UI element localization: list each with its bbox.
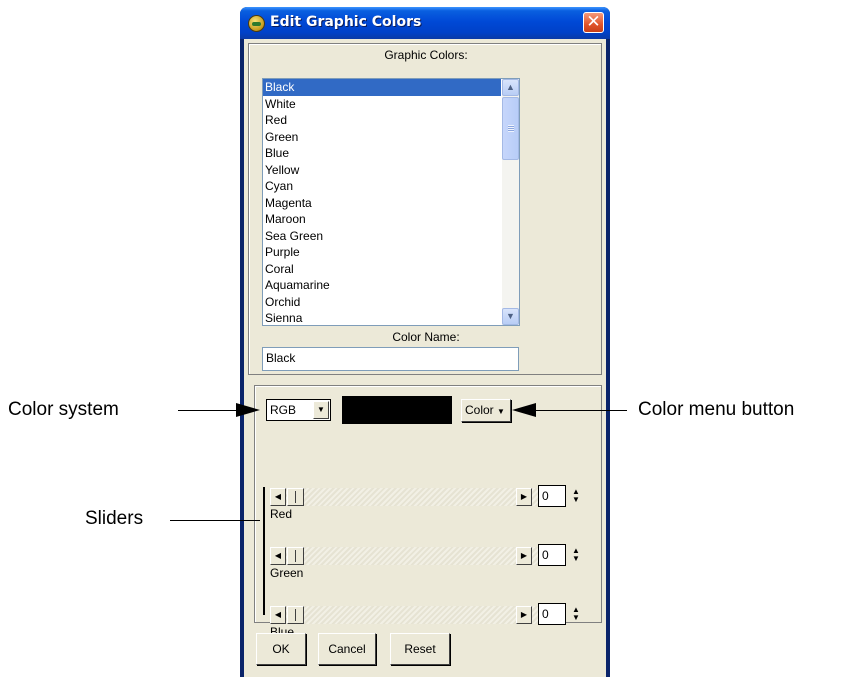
scrollbar-thumb[interactable] — [502, 97, 519, 160]
color-menu-button[interactable]: Color ▼ — [461, 399, 511, 422]
list-item[interactable]: Black — [263, 79, 501, 96]
list-item[interactable]: Orchid — [263, 294, 501, 311]
red-spinner[interactable]: ▲ ▼ — [570, 488, 582, 506]
blue-slider-thumb[interactable] — [287, 606, 304, 624]
dropdown-button[interactable]: ▼ — [313, 401, 329, 419]
green-slider-right-button[interactable]: ▶ — [516, 547, 532, 565]
ok-button[interactable]: OK — [256, 633, 306, 665]
list-scrollbar[interactable]: ▲ ▼ — [502, 79, 519, 325]
list-item[interactable]: Sienna — [263, 310, 501, 325]
red-slider-label: Red — [270, 507, 293, 521]
list-item[interactable]: Magenta — [263, 195, 501, 212]
list-item[interactable]: Yellow — [263, 162, 501, 179]
up-down-icon: ▲ ▼ — [572, 487, 580, 504]
triangle-right-icon: ▶ — [520, 492, 528, 501]
color-system-callout-line — [178, 410, 238, 411]
list-item[interactable]: Red — [263, 112, 501, 129]
color-menu-callout-line — [533, 410, 627, 411]
triangle-left-icon: ◀ — [274, 551, 282, 560]
color-preview-swatch — [342, 396, 452, 424]
red-slider-left-button[interactable]: ◀ — [270, 488, 286, 506]
dialog-title: Edit Graphic Colors — [270, 14, 422, 30]
triangle-down-icon: ▼ — [497, 407, 505, 416]
edit-graphic-colors-dialog: Edit Graphic Colors ✕ Graphic Colors: Bl… — [240, 7, 610, 677]
close-icon: ✕ — [586, 12, 601, 32]
red-slider-thumb[interactable] — [287, 488, 304, 506]
reset-button[interactable]: Reset — [390, 633, 450, 665]
green-spinner[interactable]: ▲ ▼ — [570, 547, 582, 565]
blue-value-field[interactable]: 0 — [538, 603, 566, 625]
color-menu-label: Color — [465, 403, 494, 417]
list-item[interactable]: Sea Green — [263, 228, 501, 245]
graphic-colors-group: Graphic Colors: Black White Red Green Bl… — [248, 43, 602, 375]
blue-spinner[interactable]: ▲ ▼ — [570, 606, 582, 624]
close-button[interactable]: ✕ — [583, 12, 604, 33]
sliders-bracket — [263, 487, 265, 615]
color-system-select[interactable]: RGB ▼ — [266, 399, 331, 421]
triangle-left-icon: ◀ — [274, 492, 282, 501]
blue-slider-right-button[interactable]: ▶ — [516, 606, 532, 624]
list-item[interactable]: Aquamarine — [263, 277, 501, 294]
green-slider-label: Green — [270, 566, 304, 580]
red-slider-track[interactable] — [270, 488, 538, 506]
color-name-label: Color Name: — [392, 330, 460, 344]
chevron-down-icon: ▼ — [506, 311, 515, 321]
arrow-left-icon — [512, 403, 536, 417]
scroll-down-button[interactable]: ▼ — [502, 308, 519, 325]
blue-slider-left-button[interactable]: ◀ — [270, 606, 286, 624]
green-slider-row: ◀ ▶ Green 0 ▲ ▼ — [270, 544, 590, 584]
dialog-body: Graphic Colors: Black White Red Green Bl… — [244, 39, 606, 677]
arrow-right-icon — [236, 403, 260, 417]
title-bar[interactable]: Edit Graphic Colors ✕ — [240, 7, 610, 39]
green-slider-thumb[interactable] — [287, 547, 304, 565]
green-slider-track[interactable] — [270, 547, 538, 565]
triangle-right-icon: ▶ — [520, 610, 528, 619]
sliders-callout-line — [170, 520, 260, 521]
list-item[interactable]: Green — [263, 129, 501, 146]
color-system-value: RGB — [270, 403, 297, 417]
scroll-up-button[interactable]: ▲ — [502, 79, 519, 96]
graphic-colors-label: Graphic Colors: — [384, 48, 468, 62]
cancel-button[interactable]: Cancel — [318, 633, 376, 665]
list-item[interactable]: White — [263, 96, 501, 113]
globe-icon — [248, 15, 265, 32]
list-item[interactable]: Blue — [263, 145, 501, 162]
chevron-up-icon: ▲ — [506, 82, 515, 92]
green-slider-left-button[interactable]: ◀ — [270, 547, 286, 565]
blue-slider-track[interactable] — [270, 606, 538, 624]
list-item[interactable]: Purple — [263, 244, 501, 261]
color-name-field[interactable]: Black — [262, 347, 519, 371]
triangle-left-icon: ◀ — [274, 610, 282, 619]
list-item[interactable]: Maroon — [263, 211, 501, 228]
red-slider-right-button[interactable]: ▶ — [516, 488, 532, 506]
color-system-callout: Color system — [8, 399, 119, 420]
triangle-right-icon: ▶ — [520, 551, 528, 560]
graphic-colors-list[interactable]: Black White Red Green Blue Yellow Cyan M… — [262, 78, 520, 326]
triangle-down-icon: ▼ — [317, 405, 325, 414]
color-menu-button-callout: Color menu button — [638, 399, 795, 420]
sliders-callout: Sliders — [85, 508, 144, 529]
up-down-icon: ▲ ▼ — [572, 546, 580, 563]
green-value-field[interactable]: 0 — [538, 544, 566, 566]
red-slider-row: ◀ ▶ Red 0 ▲ ▼ — [270, 485, 590, 525]
list-item[interactable]: Coral — [263, 261, 501, 278]
color-list-items: Black White Red Green Blue Yellow Cyan M… — [263, 79, 501, 325]
list-item[interactable]: Cyan — [263, 178, 501, 195]
red-value-field[interactable]: 0 — [538, 485, 566, 507]
up-down-icon: ▲ ▼ — [572, 605, 580, 622]
